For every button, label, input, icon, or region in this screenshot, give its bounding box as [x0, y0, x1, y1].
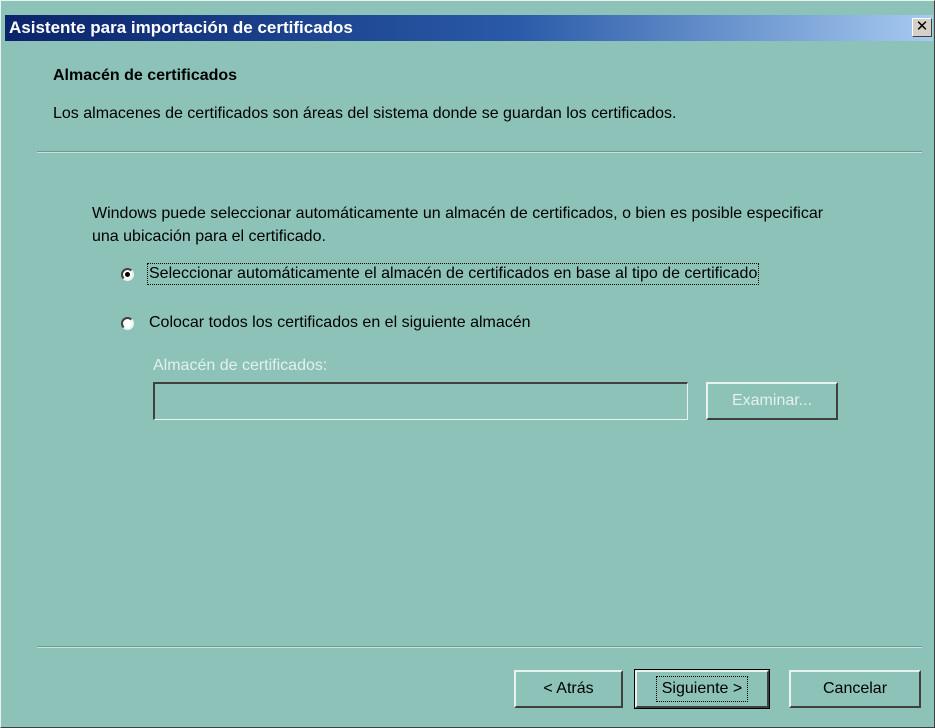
- page-description: Los almacenes de certificados son áreas …: [53, 105, 677, 122]
- back-button[interactable]: < Atrás: [514, 670, 623, 708]
- radio-button-selected[interactable]: [121, 267, 134, 281]
- store-input[interactable]: [153, 382, 688, 420]
- cancel-button[interactable]: Cancelar: [789, 670, 921, 708]
- close-button[interactable]: ✕: [912, 18, 932, 37]
- cancel-button-label: Cancelar: [822, 680, 888, 697]
- close-icon: ✕: [915, 18, 929, 35]
- browse-button[interactable]: Examinar...: [706, 382, 838, 420]
- back-button-label: < Atrás: [543, 680, 594, 697]
- next-button[interactable]: Siguiente >: [634, 669, 770, 709]
- footer-separator: [37, 646, 922, 648]
- radio-auto-select-label[interactable]: Seleccionar automáticamente el almacén d…: [146, 263, 760, 285]
- radio-place-all-label[interactable]: Colocar todos los certificados en el sig…: [149, 314, 531, 332]
- store-field-label: Almacén de certificados:: [153, 357, 328, 374]
- import-wizard-dialog: Asistente para importación de certificad…: [0, 0, 935, 728]
- intro-text: Windows puede seleccionar automáticament…: [92, 205, 824, 245]
- title-bar[interactable]: Asistente para importación de certificad…: [5, 15, 933, 41]
- next-button-label: Siguiente >: [655, 676, 749, 702]
- radio-auto-select[interactable]: Seleccionar automáticamente el almacén d…: [121, 263, 760, 285]
- radio-place-all[interactable]: Colocar todos los certificados en el sig…: [121, 314, 531, 332]
- window-title: Asistente para importación de certificad…: [9, 18, 353, 37]
- page-title: Almacén de certificados: [53, 67, 238, 84]
- browse-button-label: Examinar...: [731, 392, 813, 409]
- header-separator: [37, 151, 922, 153]
- radio-button-unselected[interactable]: [121, 316, 134, 330]
